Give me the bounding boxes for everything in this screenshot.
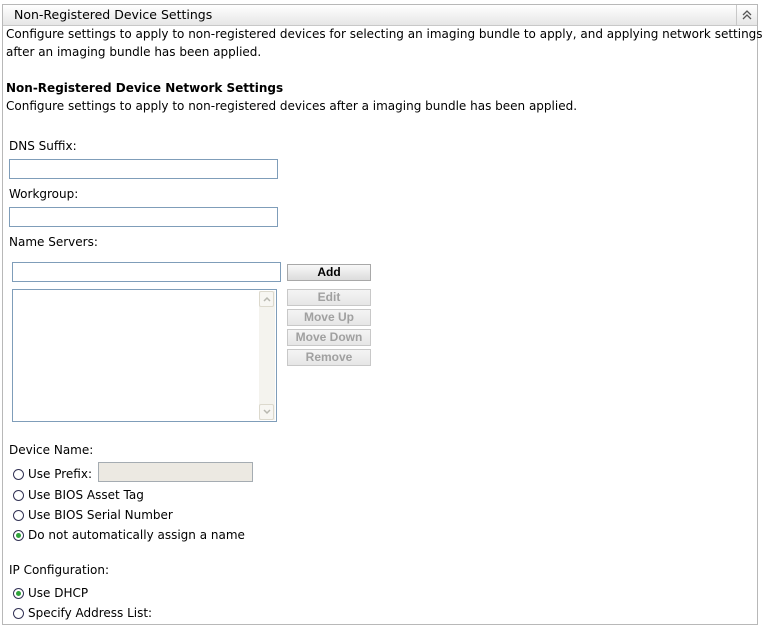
radio-use-bios-asset-tag[interactable]: Use BIOS Asset Tag	[13, 488, 144, 502]
radio-use-dhcp[interactable]: Use DHCP	[13, 586, 88, 600]
name-servers-list[interactable]	[12, 289, 277, 422]
ip-configuration-label: IP Configuration:	[9, 563, 110, 577]
scroll-down-arrow-icon	[262, 409, 271, 415]
radio-label: Use BIOS Serial Number	[28, 508, 173, 522]
radio-button-checked[interactable]	[13, 587, 24, 599]
move-down-button[interactable]: Move Down	[287, 329, 371, 346]
radio-do-not-assign-name[interactable]: Do not automatically assign a name	[13, 528, 245, 542]
scroll-up-button[interactable]	[259, 291, 274, 307]
panel-title: Non-Registered Device Settings	[14, 7, 213, 22]
network-settings-heading: Non-Registered Device Network Settings	[6, 81, 284, 95]
radio-button[interactable]	[13, 489, 24, 501]
move-up-button[interactable]: Move Up	[287, 309, 371, 326]
radio-specify-address-list[interactable]: Specify Address List:	[13, 606, 152, 620]
name-servers-label: Name Servers:	[9, 235, 98, 249]
remove-button[interactable]: Remove	[287, 349, 371, 366]
radio-label: Use Prefix:	[28, 467, 93, 481]
radio-button-checked[interactable]	[13, 529, 24, 541]
radio-label: Do not automatically assign a name	[28, 528, 245, 542]
radio-use-prefix[interactable]: Use Prefix:	[13, 467, 92, 481]
radio-button[interactable]	[13, 607, 24, 619]
collapse-button[interactable]	[736, 5, 757, 25]
radio-label: Use DHCP	[28, 586, 89, 600]
radio-use-bios-serial-number[interactable]: Use BIOS Serial Number	[13, 508, 173, 522]
workgroup-input[interactable]	[9, 207, 278, 227]
edit-button[interactable]: Edit	[287, 289, 371, 306]
panel-description-line2: after an imaging bundle has been applied…	[6, 45, 262, 59]
dns-suffix-input[interactable]	[9, 159, 278, 179]
network-settings-description: Configure settings to apply to non-regis…	[6, 99, 578, 113]
radio-label: Use BIOS Asset Tag	[28, 488, 144, 502]
double-chevron-up-icon	[742, 10, 752, 20]
radio-button[interactable]	[13, 468, 24, 480]
radio-label: Specify Address List:	[28, 606, 153, 620]
dns-suffix-label: DNS Suffix:	[9, 139, 77, 153]
list-scrollbar[interactable]	[259, 291, 275, 420]
non-registered-device-settings-panel: Non-Registered Device Settings Configure…	[2, 4, 763, 625]
add-button[interactable]: Add	[287, 264, 371, 281]
panel-header: Non-Registered Device Settings	[3, 5, 757, 26]
name-server-input[interactable]	[12, 262, 281, 282]
scroll-down-button[interactable]	[259, 404, 274, 420]
scroll-up-arrow-icon	[262, 296, 271, 302]
prefix-input[interactable]	[98, 462, 253, 482]
device-name-label: Device Name:	[9, 443, 94, 457]
workgroup-label: Workgroup:	[9, 187, 79, 201]
panel-description-line1: Configure settings to apply to non-regis…	[6, 27, 763, 41]
radio-button[interactable]	[13, 509, 24, 521]
